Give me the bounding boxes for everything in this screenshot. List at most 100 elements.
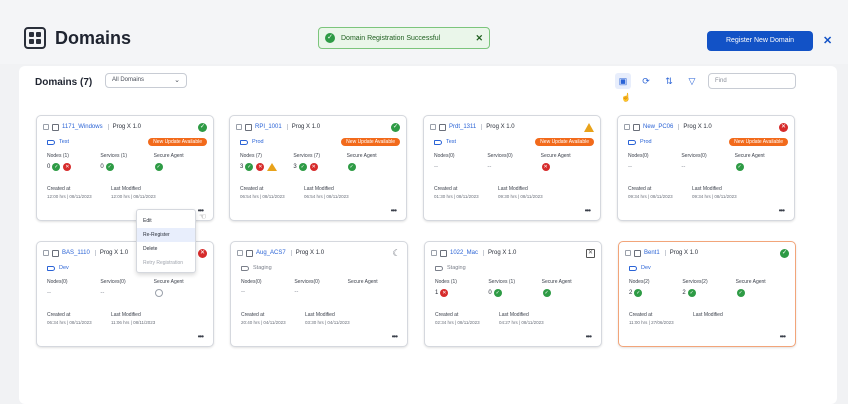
check-circle-icon: ✓ <box>245 163 254 171</box>
check-circle-icon: ✓ <box>493 289 502 297</box>
services-value: -- <box>681 164 686 170</box>
domain-card[interactable]: Prdt_1311 Prog X 1.0 Test New Update Ava… <box>423 115 601 221</box>
agent-status-icon <box>154 289 163 297</box>
domain-name-link[interactable]: New_PC06 <box>643 124 673 130</box>
domain-card[interactable]: 1171_Windows Prog X 1.0 ✓ Test New Updat… <box>36 115 214 221</box>
update-available-badge[interactable]: New Update Available <box>341 138 400 146</box>
program-version: Prog X 1.0 <box>290 250 324 256</box>
more-options-icon[interactable]: ••• <box>391 206 397 215</box>
environment-tag: Dev <box>629 265 651 271</box>
register-new-domain-button[interactable]: Register New Domain <box>707 31 813 51</box>
more-options-icon[interactable]: ••• <box>779 206 785 215</box>
domain-name-link[interactable]: 1171_Windows <box>62 124 103 130</box>
last-modified-label: Last Modified <box>111 186 141 192</box>
created-at-label: Created at <box>434 186 458 192</box>
services-value: -- <box>100 290 105 296</box>
card-checkbox[interactable] <box>237 250 243 256</box>
status-icon: ✓ <box>391 122 400 132</box>
last-modified-label: Last Modified <box>305 312 335 318</box>
more-options-icon[interactable]: ••• <box>198 332 204 341</box>
secure-agent-label: Secure Agent <box>541 279 572 285</box>
domain-card[interactable]: Aug_ACS7 Prog X 1.0 ☾ Staging Nodes(0) S… <box>230 241 408 347</box>
filter-value: All Domains <box>112 77 145 83</box>
more-options-icon[interactable]: ••• <box>585 206 591 215</box>
last-modified-value: 06:54 hrs | 08/11/2023 <box>304 194 349 199</box>
menu-item-delete[interactable]: Delete <box>137 242 195 256</box>
update-available-badge[interactable]: New Update Available <box>148 138 207 146</box>
agent-status-icon: ✓ <box>542 289 551 297</box>
program-version: Prog X 1.0 <box>678 124 712 130</box>
domain-name-link[interactable]: RPI_1001 <box>255 124 282 130</box>
secure-agent-value: ✓ <box>735 163 788 171</box>
chevron-down-icon: ⌄ <box>174 77 180 84</box>
tag-icon <box>628 139 636 145</box>
domain-card[interactable]: New_PC06 Prog X 1.0 ✕ Prod New Update Av… <box>617 115 795 221</box>
created-at-value: 11:00 hrs | 27/06/2023 <box>629 320 674 325</box>
created-at-value: 06:34 hrs | 08/11/2023 <box>47 320 92 325</box>
domain-card[interactable]: RPI_1001 Prog X 1.0 ✓ Prod New Update Av… <box>229 115 407 221</box>
program-version: Prog X 1.0 <box>483 250 516 256</box>
update-available-badge[interactable]: New Update Available <box>535 138 594 146</box>
domain-name-link[interactable]: Aug_ACS7 <box>256 250 286 256</box>
more-options-icon[interactable]: ••• <box>780 332 786 341</box>
check-circle-icon: ✓ <box>325 33 335 43</box>
agent-status-icon: ✓ <box>154 163 163 171</box>
refresh-icon[interactable]: ⟳ <box>638 73 654 89</box>
sort-icon[interactable]: ⇅ <box>661 73 677 89</box>
filter-icon[interactable]: ▽ <box>684 73 700 89</box>
status-icon: ☾ <box>392 247 401 258</box>
update-available-badge[interactable]: New Update Available <box>729 138 788 146</box>
nodes-label: Nodes (1) <box>435 279 457 285</box>
nodes-value: -- <box>47 290 51 296</box>
check-circle-icon: ✓ <box>634 289 643 297</box>
hand-cursor-icon: ☜ <box>199 212 207 221</box>
tag-icon <box>434 139 442 145</box>
nodes-label: Nodes(0) <box>628 153 649 159</box>
domains-app-icon <box>24 27 46 49</box>
secure-agent-value: ✓ <box>154 163 207 171</box>
domain-icon <box>52 123 59 131</box>
created-at-label: Created at <box>47 186 71 192</box>
domain-filter-select[interactable]: All Domains ⌄ <box>105 73 187 88</box>
card-checkbox[interactable] <box>624 124 630 130</box>
menu-item-retry-registration: Retry Registration <box>143 260 184 266</box>
domain-name-link[interactable]: 1022_Mac <box>450 250 478 256</box>
grid-view-icon[interactable]: ▣ <box>615 73 631 89</box>
card-checkbox[interactable] <box>236 124 242 130</box>
card-checkbox[interactable] <box>43 124 49 130</box>
services-label: Services(2) <box>682 279 708 285</box>
nodes-value: 2 ✓ <box>629 289 643 297</box>
secure-agent-label: Secure Agent <box>347 279 378 285</box>
menu-item-re-register[interactable]: Re-Register <box>137 228 195 242</box>
more-options-icon[interactable]: ••• <box>586 332 592 341</box>
services-label: Services(0) <box>294 279 320 285</box>
secure-agent-label: Secure Agent <box>540 153 571 159</box>
secure-agent-label: Secure Agent <box>346 153 377 159</box>
more-options-icon[interactable]: ••• <box>392 332 398 341</box>
tag-icon <box>47 265 55 271</box>
nodes-label: Nodes(0) <box>47 279 68 285</box>
services-value: 2 ✓ <box>682 289 696 297</box>
toast-close-icon[interactable]: ✕ <box>475 33 483 44</box>
card-checkbox[interactable] <box>430 124 436 130</box>
created-at-value: 02:34 hrs | 08/11/2023 <box>435 320 480 325</box>
domain-name-link[interactable]: Prdt_1311 <box>449 124 476 130</box>
card-checkbox[interactable] <box>625 250 631 256</box>
status-icon: ✓ <box>780 248 789 258</box>
environment-tag: Prod <box>628 139 652 145</box>
menu-item-edit[interactable]: Edit <box>137 214 195 228</box>
close-icon[interactable]: ✕ <box>823 34 832 47</box>
card-checkbox[interactable] <box>431 250 437 256</box>
domain-name-link[interactable]: BAS_1110 <box>62 250 90 256</box>
secure-agent-value <box>154 289 207 297</box>
domain-name-link[interactable]: Bent1 <box>644 250 660 256</box>
nodes-value: -- <box>628 164 632 170</box>
created-at-value: 01:30 hrs | 08/11/2023 <box>434 194 479 199</box>
domain-card[interactable]: 1022_Mac Prog X 1.0 ✕ Staging Nodes (1) … <box>424 241 602 347</box>
nodes-value: 0 ✓ ✕ <box>47 163 72 171</box>
header: Domains ✓ Domain Registration Successful… <box>0 0 848 64</box>
agent-status-icon: ✕ <box>541 163 550 171</box>
find-input[interactable]: Find <box>708 73 796 89</box>
card-checkbox[interactable] <box>43 250 49 256</box>
domain-card[interactable]: Bent1 Prog X 1.0 ✓ Dev Nodes(2) Services… <box>618 241 796 347</box>
